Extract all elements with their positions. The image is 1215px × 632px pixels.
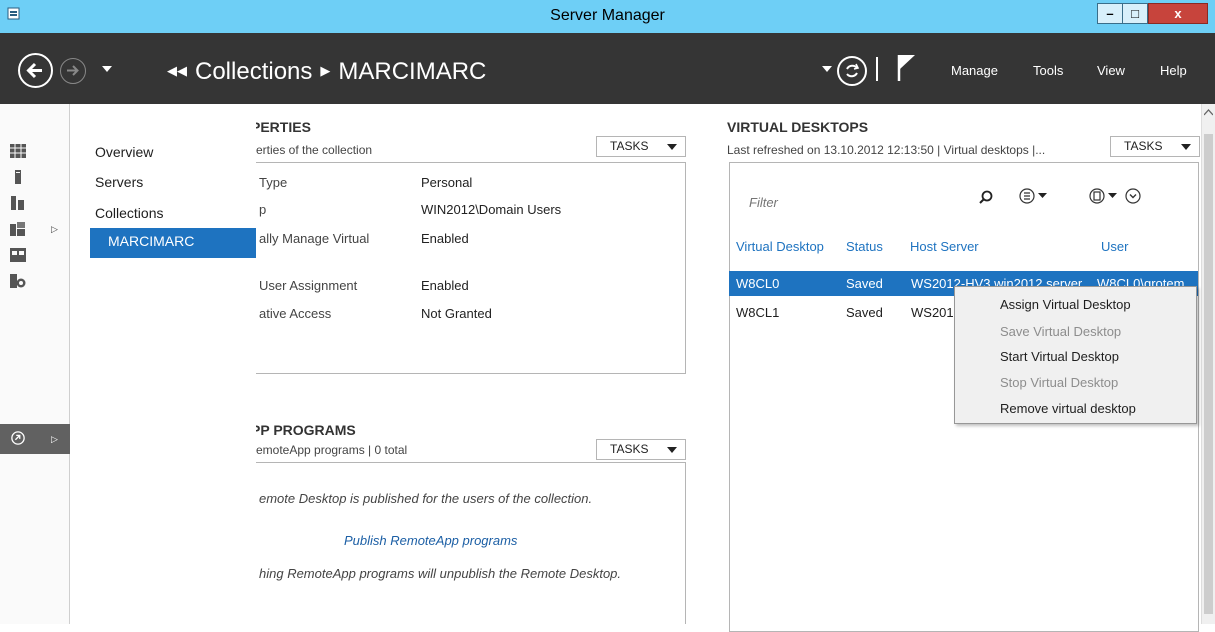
- virtual-desktops-subtitle: Last refreshed on 13.10.2012 12:13:50 | …: [727, 143, 1046, 157]
- menu-item-start[interactable]: Start Virtual Desktop: [1000, 349, 1119, 364]
- menu-item-stop: Stop Virtual Desktop: [1000, 375, 1119, 390]
- title-bar: Server Manager – □ x: [0, 0, 1215, 33]
- header-divider: [876, 57, 878, 81]
- save-query-icon[interactable]: [1089, 188, 1119, 204]
- arrow-right-icon: [67, 65, 79, 76]
- column-header-status[interactable]: Status: [846, 239, 883, 254]
- cell-desktop: W8CL1: [736, 305, 780, 320]
- breadcrumb-current: MARCIMARC: [338, 58, 487, 85]
- expand-arrow-icon[interactable]: ▷: [51, 434, 58, 445]
- prop-value: Not Granted: [421, 306, 492, 321]
- notifications-flag-icon[interactable]: [897, 53, 917, 83]
- properties-box: Type Personal p WIN2012\Domain Users all…: [256, 162, 686, 374]
- back-button[interactable]: [18, 53, 53, 88]
- publish-remoteapp-link[interactable]: Publish RemoteApp programs: [344, 533, 517, 548]
- help-menu[interactable]: Help: [1160, 63, 1187, 78]
- filter-bar: [729, 176, 1189, 216]
- expand-arrow-icon[interactable]: ▷: [51, 224, 58, 235]
- tasks-dropdown-icon: [1181, 144, 1191, 150]
- scroll-up-icon[interactable]: [1204, 109, 1213, 116]
- prop-label: ative Access: [259, 306, 332, 321]
- refresh-icon: [846, 63, 860, 78]
- prop-value: Enabled: [421, 231, 469, 246]
- prop-label: User Assignment: [259, 278, 358, 293]
- list-options-icon[interactable]: [1019, 188, 1049, 204]
- virtual-desktops-title: VIRTUAL DESKTOPS: [727, 119, 869, 135]
- tasks-dropdown-icon: [667, 447, 677, 453]
- cell-status: Saved: [846, 276, 883, 291]
- column-header-host-server[interactable]: Host Server: [910, 239, 979, 254]
- remoteapp-subtitle: emoteApp programs | 0 total: [256, 443, 408, 457]
- prop-value: Enabled: [421, 278, 469, 293]
- properties-tasks-button[interactable]: TASKS: [596, 136, 686, 157]
- vertical-scrollbar[interactable]: [1201, 104, 1215, 624]
- context-menu: Assign Virtual Desktop Save Virtual Desk…: [954, 286, 1197, 424]
- remoteapp-warning: hing RemoteApp programs will unpublish t…: [259, 566, 622, 581]
- arrow-left-icon: [26, 62, 42, 79]
- cell-host: WS201: [911, 305, 954, 320]
- breadcrumb-back-chevrons-icon[interactable]: ◀◀: [167, 63, 187, 78]
- filter-input[interactable]: [747, 188, 947, 216]
- remoteapp-title: PP PROGRAMS: [256, 422, 356, 438]
- prop-label: Type: [259, 175, 288, 190]
- scrollbar-thumb[interactable]: [1204, 134, 1213, 614]
- hyper-v-icon[interactable]: [10, 248, 26, 262]
- history-dropdown-icon[interactable]: [102, 66, 112, 73]
- file-storage-icon[interactable]: [10, 222, 26, 236]
- close-button[interactable]: x: [1148, 3, 1208, 24]
- search-icon[interactable]: [979, 190, 993, 204]
- view-menu[interactable]: View: [1097, 63, 1125, 78]
- refresh-button[interactable]: [837, 56, 867, 86]
- virtual-desktops-tasks-button[interactable]: TASKS: [1110, 136, 1200, 157]
- breadcrumb-separator-icon: ▶: [320, 62, 331, 78]
- tree-item-overview[interactable]: Overview: [95, 144, 153, 160]
- column-header-user[interactable]: User: [1101, 239, 1128, 254]
- middle-panel: PERTIES erties of the collection TASKS T…: [256, 104, 700, 624]
- cell-desktop: W8CL0: [736, 276, 780, 291]
- prop-value: Personal: [421, 175, 473, 190]
- tasks-label: TASKS: [1124, 139, 1163, 153]
- forward-button[interactable]: [60, 58, 86, 84]
- tasks-dropdown-icon: [667, 144, 677, 150]
- manage-menu[interactable]: Manage: [951, 63, 998, 78]
- all-servers-icon[interactable]: [10, 196, 26, 210]
- prop-label: p: [259, 202, 267, 217]
- iis-icon[interactable]: [10, 274, 26, 288]
- prop-value: WIN2012\Domain Users: [421, 202, 562, 217]
- header-bar: ◀◀ Collections ▶ MARCIMARC Manage Tools Vie…: [0, 33, 1215, 104]
- tree-item-collections[interactable]: Collections: [95, 205, 163, 221]
- left-rail: ▷ ▷: [0, 104, 70, 624]
- dashboard-icon[interactable]: [10, 144, 26, 158]
- breadcrumb: ◀◀ Collections ▶ MARCIMARC: [159, 58, 486, 86]
- expand-chevron-icon[interactable]: [1125, 188, 1141, 204]
- menu-item-assign[interactable]: Assign Virtual Desktop: [1000, 297, 1131, 312]
- remote-desktop-services-icon[interactable]: [10, 431, 26, 445]
- prop-label: ally Manage Virtual: [259, 231, 370, 246]
- local-server-icon[interactable]: [10, 170, 26, 184]
- window-title: Server Manager: [550, 7, 665, 24]
- tree-item-label: MARCIMARC: [108, 233, 195, 249]
- maximize-button[interactable]: □: [1122, 3, 1148, 24]
- menu-item-save: Save Virtual Desktop: [1000, 324, 1122, 339]
- minimize-button[interactable]: –: [1097, 3, 1123, 24]
- remoteapp-tasks-button[interactable]: TASKS: [596, 439, 686, 460]
- tasks-label: TASKS: [610, 442, 649, 456]
- breadcrumb-collections[interactable]: Collections: [195, 58, 312, 85]
- refresh-dropdown-icon[interactable]: [822, 66, 832, 73]
- properties-subtitle: erties of the collection: [256, 143, 373, 157]
- tasks-label: TASKS: [610, 139, 649, 153]
- remoteapp-box: emote Desktop is published for the users…: [256, 462, 686, 624]
- nav-tree: Overview Servers Collections MARCIMARC: [71, 104, 260, 624]
- remoteapp-message: emote Desktop is published for the users…: [259, 491, 593, 506]
- column-header-virtual-desktop[interactable]: Virtual Desktop: [736, 239, 824, 254]
- menu-item-remove[interactable]: Remove virtual desktop: [1000, 401, 1136, 416]
- tools-menu[interactable]: Tools: [1033, 63, 1063, 78]
- tree-item-marcimarc[interactable]: MARCIMARC: [90, 228, 260, 258]
- tree-item-servers[interactable]: Servers: [95, 174, 143, 190]
- cell-status: Saved: [846, 305, 883, 320]
- properties-title: PERTIES: [256, 119, 311, 135]
